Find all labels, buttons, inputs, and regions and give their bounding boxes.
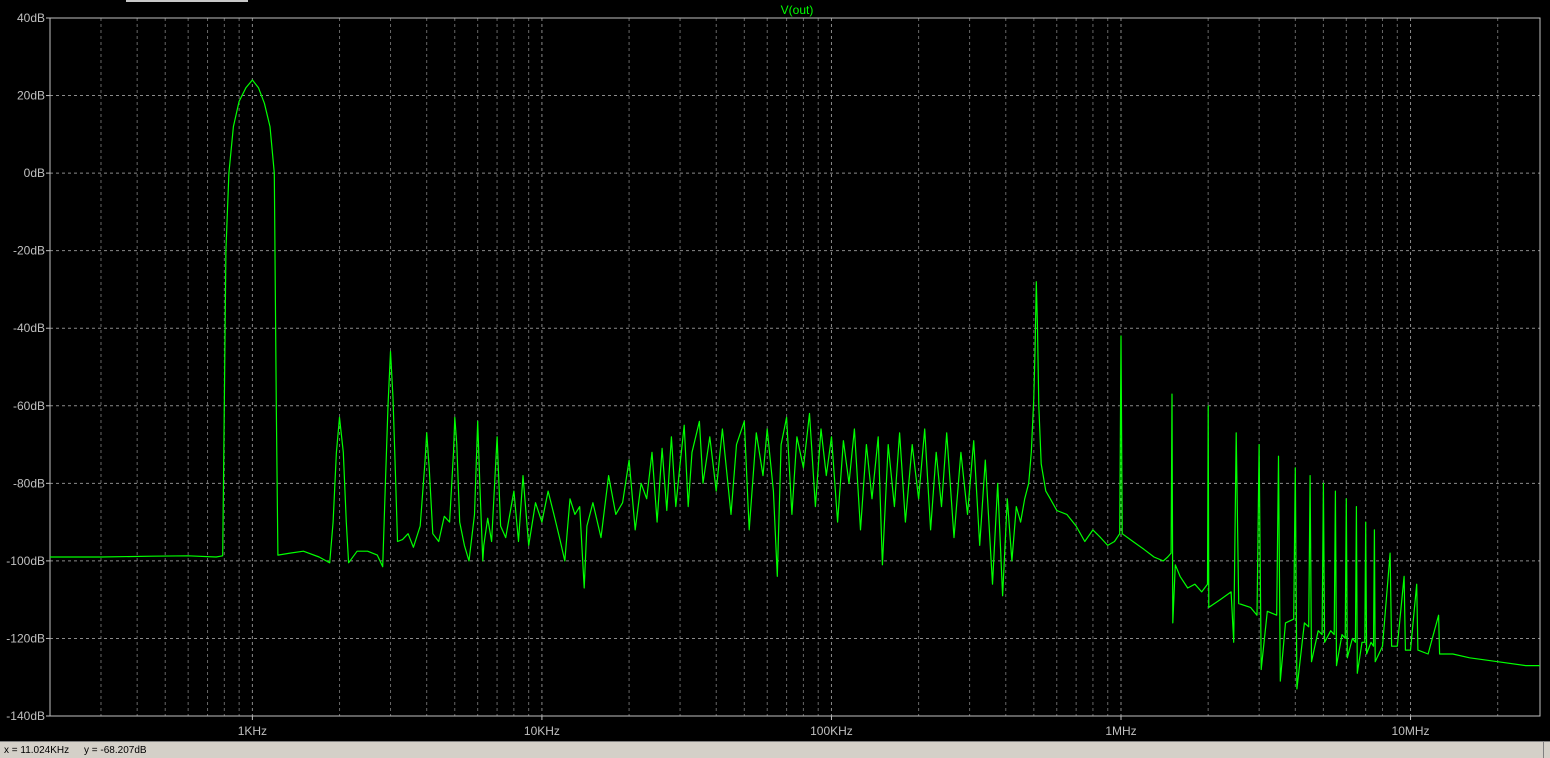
cursor-y-readout: y = -68.207dB (84, 745, 147, 756)
cursor-x-readout: x = 11.024KHz (4, 745, 70, 756)
x-tick-label: 1KHz (238, 724, 267, 738)
plot-area[interactable]: 1KHz 10KHz 100KHz 1MHz 10MHz 40dB 20dB 0dB -20dB… (0, 0, 1550, 741)
y-tick-label: -40dB (13, 321, 45, 335)
x-tick-label: 1MHz (1105, 724, 1136, 738)
y-tick-label: -20dB (13, 244, 45, 258)
y-tick-label: -80dB (13, 476, 45, 490)
y-tick-label: 0dB (24, 166, 45, 180)
y-tick-label: -60dB (13, 399, 45, 413)
y-tick-label: -140dB (6, 709, 45, 723)
x-tick-label: 10KHz (524, 724, 560, 738)
x-tick-label: 100KHz (810, 724, 853, 738)
y-tick-label: -100dB (6, 554, 45, 568)
y-tick-label: -120dB (6, 631, 45, 645)
plot-frame (49, 17, 1541, 717)
x-tick-label: 10MHz (1392, 724, 1430, 738)
y-tick-label: 40dB (17, 11, 45, 25)
resize-grip[interactable] (1543, 742, 1550, 758)
waveform-plot-window[interactable]: 1KHz 10KHz 100KHz 1MHz 10MHz 40dB 20dB 0dB -20dB… (0, 0, 1550, 741)
y-tick-label: 20dB (17, 89, 45, 103)
status-bar: x = 11.024KHz y = -68.207dB (0, 741, 1550, 758)
trace-line (50, 79, 1540, 690)
trace-title[interactable]: V(out) (781, 3, 814, 17)
